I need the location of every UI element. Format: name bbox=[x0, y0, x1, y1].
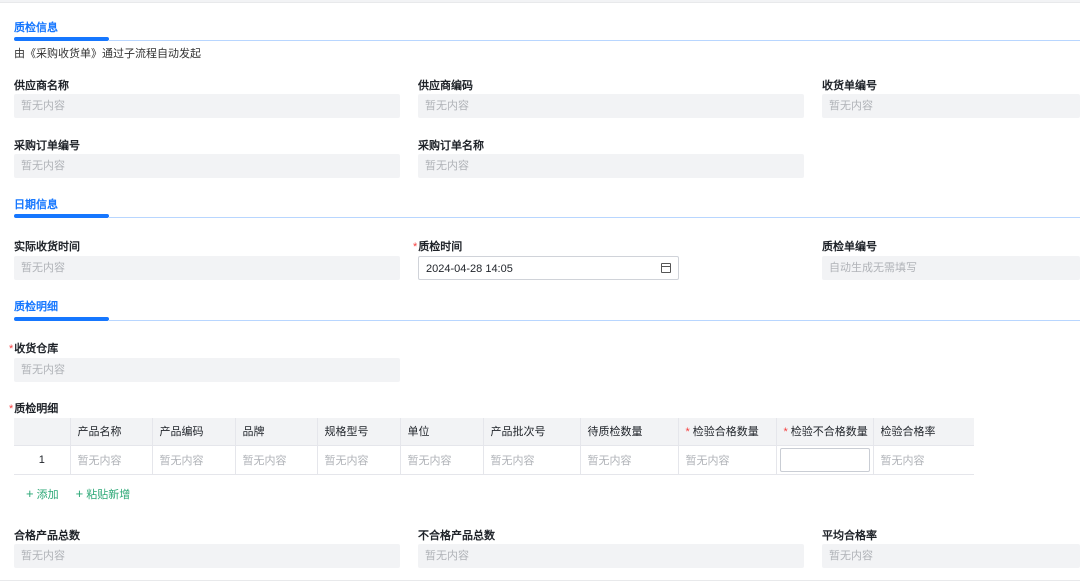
qc-time-label-text: 质检时间 bbox=[418, 241, 463, 253]
po-no-label: 采购订单编号 bbox=[14, 140, 80, 152]
section-title-qc-detail: 质检明细 bbox=[14, 301, 58, 313]
row-index: 1 bbox=[14, 445, 70, 475]
qc-time-value: 2024-04-28 14:05 bbox=[426, 263, 513, 275]
required-mark: * bbox=[413, 241, 418, 253]
column-header-fail-qty: * 检验不合格数量 bbox=[775, 418, 873, 446]
cell-brand[interactable]: 暂无内容 bbox=[234, 445, 317, 475]
section-underline bbox=[14, 214, 109, 218]
column-header-index bbox=[14, 418, 70, 446]
cell-pass-rate: 暂无内容 bbox=[872, 445, 974, 475]
cell-pending-qty[interactable]: 暂无内容 bbox=[579, 445, 678, 475]
section-underline bbox=[14, 317, 109, 321]
table-header-row: 产品名称 产品编码 品牌 规格型号 单位 产品批次号 待质检数量 * 检验合格数量… bbox=[14, 418, 974, 446]
section-title-date-info: 日期信息 bbox=[14, 199, 58, 211]
section-divider bbox=[108, 320, 1080, 321]
qc-no-label: 质检单编号 bbox=[822, 241, 877, 253]
table-actions: + 添加 + 粘贴新增 bbox=[26, 486, 144, 502]
cell-batch-no[interactable]: 暂无内容 bbox=[482, 445, 580, 475]
column-header-product-code: 产品编码 bbox=[151, 418, 235, 446]
qc-no-field: 自动生成无需填写 bbox=[822, 256, 1080, 280]
fail-qty-input[interactable] bbox=[779, 447, 870, 472]
cell-product-name[interactable]: 暂无内容 bbox=[69, 445, 152, 475]
plus-icon: + bbox=[26, 486, 34, 501]
column-header-product-name: 产品名称 bbox=[69, 418, 152, 446]
po-name-label: 采购订单名称 bbox=[418, 140, 484, 152]
section-underline bbox=[14, 37, 109, 41]
detail-table-label: *质检明细 bbox=[9, 400, 58, 416]
supplier-code-label: 供应商编码 bbox=[418, 80, 473, 92]
top-divider bbox=[0, 0, 1080, 3]
paste-add-button[interactable]: + 粘贴新增 bbox=[75, 486, 131, 501]
column-header-pass-rate: 检验合格率 bbox=[872, 418, 974, 446]
section-divider bbox=[108, 217, 1080, 218]
pass-total-label: 合格产品总数 bbox=[14, 530, 80, 542]
supplier-code-field: 暂无内容 bbox=[418, 94, 804, 118]
pass-total-field: 暂无内容 bbox=[14, 544, 400, 568]
actual-receipt-time-field: 暂无内容 bbox=[14, 256, 400, 280]
section-divider bbox=[108, 40, 1080, 41]
qc-time-date-picker[interactable]: 2024-04-28 14:05 bbox=[418, 256, 679, 280]
cell-fail-qty bbox=[775, 445, 873, 475]
receipt-no-field: 暂无内容 bbox=[822, 94, 1080, 118]
cell-spec-model[interactable]: 暂无内容 bbox=[316, 445, 400, 475]
section-title-qc-info: 质检信息 bbox=[14, 22, 58, 34]
table-row: 1 暂无内容 暂无内容 暂无内容 暂无内容 暂无内容 暂无内容 暂无内容 暂无内… bbox=[14, 445, 974, 475]
supplier-name-field: 暂无内容 bbox=[14, 94, 400, 118]
cell-pass-qty[interactable]: 暂无内容 bbox=[677, 445, 776, 475]
calendar-icon[interactable] bbox=[661, 263, 671, 273]
required-mark: * bbox=[685, 426, 690, 439]
fail-total-label: 不合格产品总数 bbox=[418, 530, 495, 542]
column-header-batch-no: 产品批次号 bbox=[482, 418, 580, 446]
column-header-spec-model: 规格型号 bbox=[316, 418, 400, 446]
fail-total-field: 暂无内容 bbox=[418, 544, 804, 568]
receipt-no-label: 收货单编号 bbox=[822, 80, 877, 92]
po-name-field: 暂无内容 bbox=[418, 154, 804, 178]
column-header-unit: 单位 bbox=[399, 418, 483, 446]
column-header-brand: 品牌 bbox=[234, 418, 317, 446]
required-mark: * bbox=[9, 343, 14, 355]
actual-receipt-time-label: 实际收货时间 bbox=[14, 241, 80, 253]
cell-product-code[interactable]: 暂无内容 bbox=[151, 445, 235, 475]
avg-pass-rate-field: 暂无内容 bbox=[822, 544, 1080, 568]
warehouse-select[interactable]: 暂无内容 bbox=[14, 358, 400, 382]
add-row-button[interactable]: + 添加 bbox=[26, 486, 59, 501]
required-mark: * bbox=[783, 426, 788, 439]
section-subtitle: 由《采购收货单》通过子流程自动发起 bbox=[14, 48, 201, 60]
plus-icon: + bbox=[75, 486, 84, 501]
warehouse-label: *收货仓库 bbox=[9, 340, 58, 356]
bottom-divider bbox=[0, 580, 1080, 581]
warehouse-label-text: 收货仓库 bbox=[14, 343, 59, 355]
cell-unit[interactable]: 暂无内容 bbox=[399, 445, 483, 475]
column-header-pending-qty: 待质检数量 bbox=[579, 418, 678, 446]
po-no-field: 暂无内容 bbox=[14, 154, 400, 178]
supplier-name-label: 供应商名称 bbox=[14, 80, 69, 92]
qc-detail-table: 产品名称 产品编码 品牌 规格型号 单位 产品批次号 待质检数量 * 检验合格数量… bbox=[14, 418, 974, 475]
qc-time-label: *质检时间 bbox=[413, 238, 462, 254]
detail-table-label-text: 质检明细 bbox=[14, 403, 59, 415]
avg-pass-rate-label: 平均合格率 bbox=[822, 530, 877, 542]
column-header-pass-qty: * 检验合格数量 bbox=[677, 418, 776, 446]
required-mark: * bbox=[9, 403, 14, 415]
